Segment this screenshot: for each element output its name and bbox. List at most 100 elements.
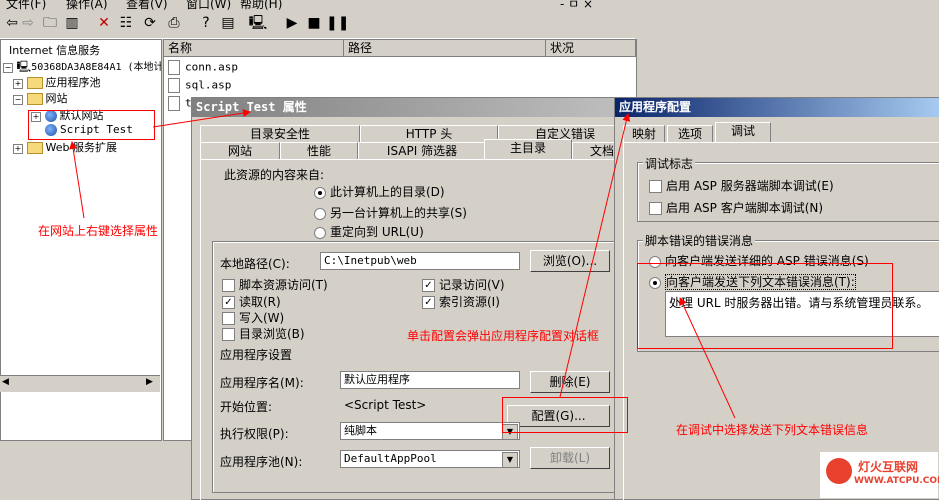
tree-scrollbar[interactable]: ◀ ▶	[0, 375, 160, 392]
column-header-path[interactable]: 路径	[344, 40, 546, 57]
column-header-name[interactable]: 名称	[164, 40, 344, 57]
checkbox[interactable]	[649, 180, 662, 193]
chk-index[interactable]: ✓ 索引资源(I)	[422, 293, 500, 310]
tab-debugging[interactable]: 调试	[715, 122, 771, 142]
collapse-icon[interactable]: −	[3, 63, 13, 73]
logo-name: 灯火互联网	[858, 460, 919, 474]
up-folder-icon[interactable]: 🗀	[40, 13, 60, 33]
logo-url: WWW.ATCPU.COM	[854, 476, 939, 486]
computer-icon[interactable]: 🖳	[248, 13, 268, 33]
tab-options[interactable]: 选项	[667, 125, 713, 142]
tree-web-ext-label: Web 服务扩展	[45, 141, 117, 154]
menu-window[interactable]: 窗口(W)	[186, 0, 231, 10]
scroll-right-icon[interactable]: ▶	[146, 377, 153, 387]
tab-mappings[interactable]: 映射	[623, 125, 665, 142]
remove-button[interactable]: 删除(E)	[530, 371, 610, 393]
annotation-click-config: 单击配置会弹出应用程序配置对话框	[407, 329, 600, 343]
expand-icon[interactable]: +	[13, 144, 23, 154]
checkbox-checked[interactable]: ✓	[422, 296, 435, 309]
error-messages-title: 脚本错误的错误消息	[643, 232, 756, 249]
checkbox[interactable]	[222, 279, 235, 292]
scroll-left-icon[interactable]: ◀	[2, 377, 9, 387]
tab-dir-security[interactable]: 目录安全性	[200, 125, 360, 142]
radio-button[interactable]	[314, 207, 326, 220]
source-label: 此资源的内容来自:	[224, 168, 325, 182]
help-icon[interactable]: ?	[196, 13, 216, 33]
export-icon[interactable]: ⎙	[164, 13, 184, 33]
radio-redirect-url-label: 重定向到 URL(U)	[330, 225, 424, 239]
window-controls[interactable]: - ㅁ ×	[560, 0, 593, 10]
file-icon	[168, 78, 180, 93]
stop-icon[interactable]: ■	[304, 13, 324, 33]
refresh-icon[interactable]: ⟳	[140, 13, 160, 33]
unload-button[interactable]: 卸载(L)	[530, 447, 610, 469]
chk-log[interactable]: ✓ 记录访问(V)	[422, 276, 505, 293]
play-icon[interactable]: ▶	[282, 13, 302, 33]
radio-local-dir[interactable]: 此计算机上的目录(D)	[314, 183, 445, 200]
file-icon	[168, 60, 180, 75]
menu-action[interactable]: 操作(A)	[66, 0, 108, 10]
menu-file[interactable]: 文件(F)	[6, 0, 46, 10]
annotation-right-click: 在网站上右键选择属性	[38, 224, 159, 238]
tab-home-directory[interactable]: 主目录	[484, 139, 572, 159]
checkbox[interactable]	[222, 328, 235, 341]
list-item[interactable]: sql.asp	[168, 78, 231, 93]
checkbox[interactable]	[649, 202, 662, 215]
chk-script-source-label: 脚本资源访问(T)	[239, 278, 328, 292]
chk-client-debug[interactable]: 启用 ASP 客户端脚本调试(N)	[649, 199, 823, 216]
tab-isapi-filters[interactable]: ISAPI 筛选器	[358, 142, 486, 159]
tree-root-label: Internet 信息服务	[9, 44, 101, 57]
highlight-script-test	[28, 110, 155, 140]
radio-local-dir-label: 此计算机上的目录(D)	[330, 185, 445, 199]
chk-dir-browse[interactable]: 目录浏览(B)	[222, 325, 305, 342]
app-name-label: 应用程序名(M):	[220, 376, 304, 390]
start-value: <Script Test>	[344, 398, 427, 412]
panel-icon[interactable]: ▤	[218, 13, 238, 33]
tree-app-pools[interactable]: + 应用程序池	[13, 74, 101, 90]
server-icon: 🖳	[16, 60, 32, 73]
start-label: 开始位置:	[220, 400, 273, 414]
folder-icon	[26, 93, 43, 105]
chk-log-label: 记录访问(V)	[439, 278, 505, 292]
checkbox-checked[interactable]: ✓	[422, 279, 435, 292]
checkbox-checked[interactable]: ✓	[222, 296, 235, 309]
properties-icon[interactable]: ☷	[116, 13, 136, 33]
column-header-status[interactable]: 状况	[546, 40, 636, 57]
tab-performance[interactable]: 性能	[280, 142, 358, 159]
forward-icon[interactable]: ⇨	[18, 13, 38, 33]
chk-write-label: 写入(W)	[239, 311, 285, 325]
menu-help[interactable]: 帮助(H)	[240, 0, 282, 10]
chk-server-debug[interactable]: 启用 ASP 服务器端脚本调试(E)	[649, 177, 834, 194]
local-path-input[interactable]: C:\Inetpub\web	[320, 252, 520, 270]
radio-network-share[interactable]: 另一台计算机上的共享(S)	[314, 204, 467, 221]
local-path-label: 本地路径(C):	[220, 257, 290, 271]
radio-button[interactable]	[314, 186, 326, 199]
chk-script-source[interactable]: 脚本资源访问(T)	[222, 276, 328, 293]
show-tree-icon[interactable]: ▥	[62, 13, 82, 33]
browse-button[interactable]: 浏览(O)...	[530, 250, 610, 272]
chevron-down-icon[interactable]: ▼	[502, 452, 518, 467]
checkbox[interactable]	[222, 312, 235, 325]
chk-read[interactable]: ✓ 读取(R)	[222, 293, 281, 310]
expand-icon[interactable]: +	[13, 79, 23, 89]
radio-redirect-url[interactable]: 重定向到 URL(U)	[314, 223, 424, 240]
collapse-icon[interactable]: −	[13, 95, 23, 105]
pool-select[interactable]: DefaultAppPool ▼	[340, 450, 520, 468]
radio-button[interactable]	[314, 226, 326, 239]
tree-root[interactable]: Internet 信息服务	[9, 42, 100, 58]
chk-write[interactable]: 写入(W)	[222, 309, 284, 326]
tree-web-ext[interactable]: + Web 服务扩展	[13, 139, 117, 155]
debug-flags-title: 调试标志	[643, 155, 696, 172]
tree-app-pools-label: 应用程序池	[45, 76, 101, 89]
list-item[interactable]: t	[168, 96, 192, 111]
pool-label: 应用程序池(N):	[220, 455, 303, 469]
tab-http-headers[interactable]: HTTP 头	[360, 125, 498, 142]
tab-website[interactable]: 网站	[200, 142, 280, 159]
delete-icon[interactable]: ✕	[94, 13, 114, 33]
tree-sites[interactable]: − 网站	[13, 90, 68, 106]
pause-icon[interactable]: ❚❚	[326, 13, 349, 33]
exec-select[interactable]: 纯脚本 ▼	[340, 422, 520, 440]
list-item[interactable]: conn.asp	[168, 60, 238, 75]
menu-view[interactable]: 查看(V)	[126, 0, 168, 10]
app-name-input[interactable]: 默认应用程序	[340, 371, 520, 389]
